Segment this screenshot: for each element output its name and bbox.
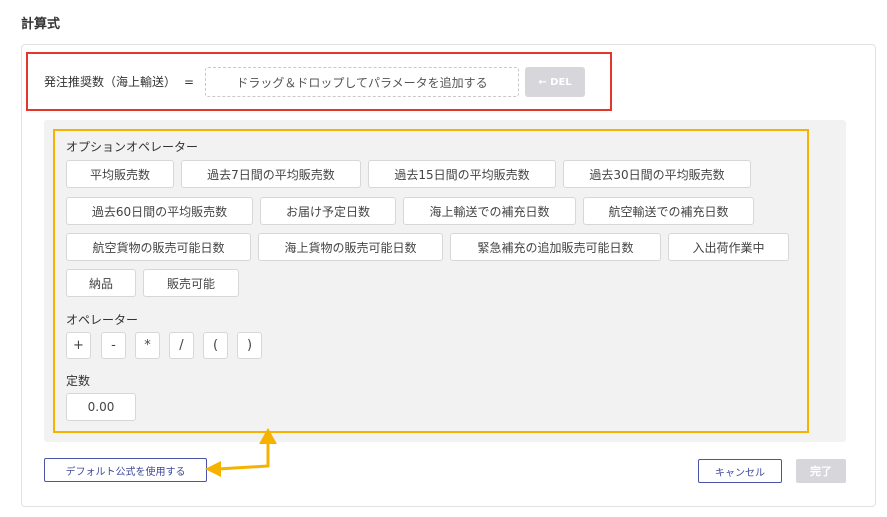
operator-chip-avg-7d[interactable]: 過去7日間の平均販売数 xyxy=(181,160,361,188)
section-title: 計算式 xyxy=(21,17,61,32)
operator-chip-delivered[interactable]: 納品 xyxy=(66,269,136,297)
operator-chip-sea-sellable-days[interactable]: 海上貨物の販売可能日数 xyxy=(258,233,443,261)
formula-target-label: 発注推奨数（海上輸送） xyxy=(44,75,177,89)
operator-chip-avg-30d[interactable]: 過去30日間の平均販売数 xyxy=(563,160,751,188)
operator-chip-avg-60d[interactable]: 過去60日間の平均販売数 xyxy=(66,197,253,225)
done-button[interactable]: 完了 xyxy=(796,459,846,483)
option-operators-label: オプションオペレーター xyxy=(66,140,199,154)
formula-drop-zone[interactable]: ドラッグ＆ドロップしてパラメータを追加する xyxy=(205,67,519,97)
constant-label: 定数 xyxy=(66,374,91,388)
use-default-formula-button[interactable]: デフォルト公式を使用する xyxy=(44,458,207,482)
operator-chip-avg-15d[interactable]: 過去15日間の平均販売数 xyxy=(368,160,556,188)
operator-chip-air-sellable-days[interactable]: 航空貨物の販売可能日数 xyxy=(66,233,251,261)
delete-button[interactable]: ← DEL xyxy=(525,67,585,97)
operators-label: オペレーター xyxy=(66,313,139,327)
operator-open-paren[interactable]: ( xyxy=(203,332,228,359)
operator-minus[interactable]: - xyxy=(101,332,126,359)
operator-chip-delivery-days[interactable]: お届け予定日数 xyxy=(260,197,396,225)
formula-row-highlight: 発注推奨数（海上輸送） = ドラッグ＆ドロップしてパラメータを追加する ← DE… xyxy=(26,52,612,111)
operator-chip-avg-sales[interactable]: 平均販売数 xyxy=(66,160,174,188)
operator-chip-air-replenish-days[interactable]: 航空輸送での補充日数 xyxy=(583,197,754,225)
operator-chip-sellable[interactable]: 販売可能 xyxy=(143,269,239,297)
operator-chip-inbound-outbound[interactable]: 入出荷作業中 xyxy=(668,233,789,261)
cancel-button[interactable]: キャンセル xyxy=(698,459,782,483)
operator-chip-sea-replenish-days[interactable]: 海上輸送での補充日数 xyxy=(403,197,576,225)
operator-divide[interactable]: / xyxy=(169,332,194,359)
constant-input[interactable]: 0.00 xyxy=(66,393,136,421)
operator-plus[interactable]: + xyxy=(66,332,91,359)
operator-chip-urgent-sellable-days[interactable]: 緊急補充の追加販売可能日数 xyxy=(450,233,661,261)
equals-sign: = xyxy=(184,74,195,89)
operator-multiply[interactable]: * xyxy=(135,332,160,359)
operator-close-paren[interactable]: ) xyxy=(237,332,262,359)
